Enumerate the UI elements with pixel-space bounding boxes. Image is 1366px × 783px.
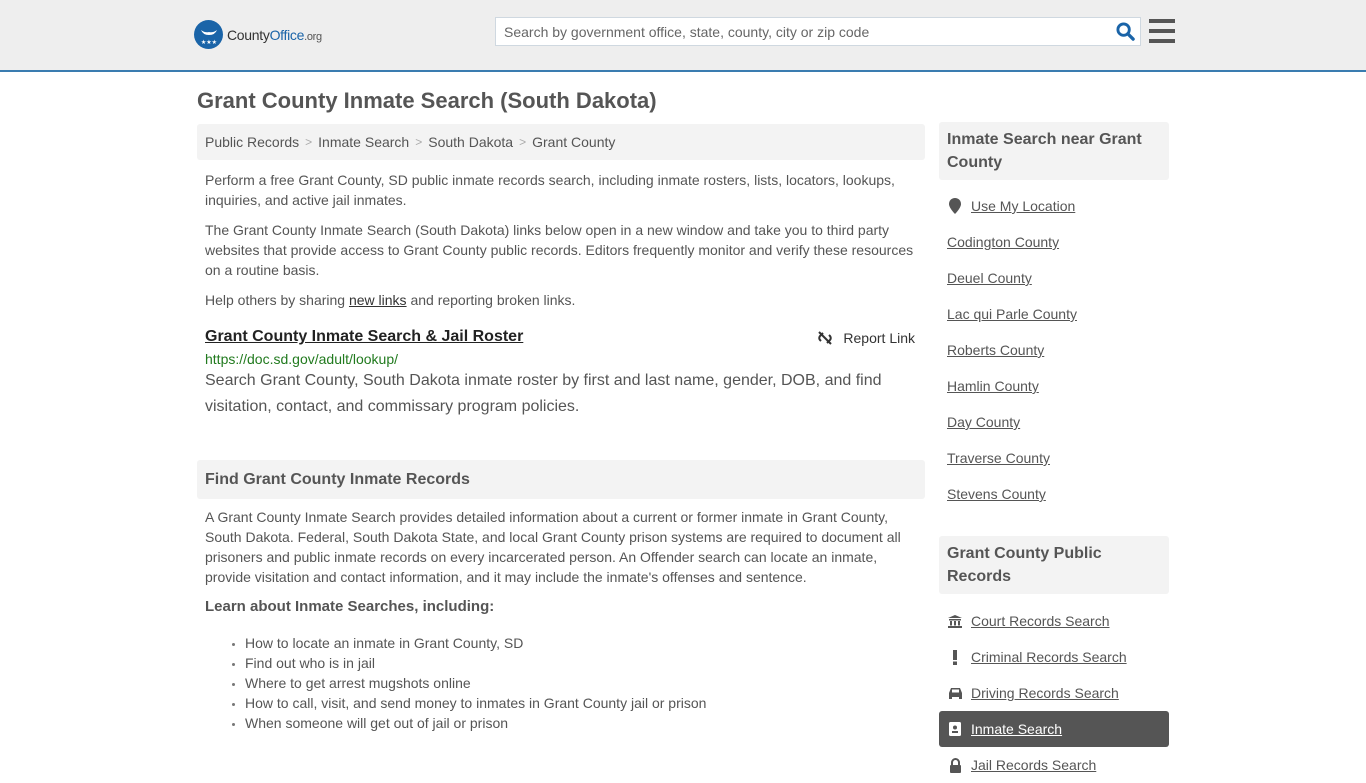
breadcrumb-grant-county[interactable]: Grant County — [532, 134, 615, 150]
learn-heading: Learn about Inmate Searches, including: — [205, 598, 495, 615]
nearby-county-item[interactable]: Lac qui Parle County — [939, 296, 1169, 332]
use-my-location-link[interactable]: Use My Location — [971, 198, 1075, 214]
use-my-location-item[interactable]: Use My Location — [939, 188, 1169, 224]
breadcrumb-public-records[interactable]: Public Records — [205, 134, 299, 150]
main-content: Public Records > Inmate Search > South D… — [197, 124, 925, 733]
site-logo[interactable]: ★★★ CountyOffice.org — [194, 20, 322, 49]
public-records-list: Court Records Search Criminal Records Se… — [939, 603, 1169, 783]
list-item: Find out who is in jail — [245, 653, 925, 673]
county-link-day[interactable]: Day County — [947, 414, 1020, 430]
resource-title-link[interactable]: Grant County Inmate Search & Jail Roster — [205, 328, 523, 345]
nearby-county-item[interactable]: Deuel County — [939, 260, 1169, 296]
list-item: How to call, visit, and send money to in… — [245, 693, 925, 713]
breadcrumb-south-dakota[interactable]: South Dakota — [428, 134, 513, 150]
logo-eagle-icon: ★★★ — [194, 20, 223, 49]
breadcrumb: Public Records > Inmate Search > South D… — [197, 124, 925, 160]
learn-list: How to locate an inmate in Grant County,… — [197, 633, 925, 733]
breadcrumb-separator: > — [519, 135, 527, 149]
county-link-hamlin[interactable]: Hamlin County — [947, 378, 1039, 394]
jail-records-link[interactable]: Jail Records Search — [971, 757, 1096, 773]
share-text-after: and reporting broken links. — [406, 292, 576, 308]
sidebar-item-jail-records[interactable]: Jail Records Search — [939, 747, 1169, 783]
county-link-stevens[interactable]: Stevens County — [947, 486, 1046, 502]
list-item: When someone will get out of jail or pri… — [245, 713, 925, 733]
site-header: ★★★ CountyOffice.org — [0, 0, 1366, 72]
breadcrumb-separator: > — [305, 135, 313, 149]
courthouse-icon — [947, 614, 963, 628]
list-item: Where to get arrest mugshots online — [245, 673, 925, 693]
id-badge-icon — [947, 722, 963, 736]
nearby-heading: Inmate Search near Grant County — [939, 122, 1169, 180]
resource-url[interactable]: https://doc.sd.gov/adult/lookup/ — [205, 351, 917, 367]
logo-county: County — [227, 26, 270, 43]
exclamation-icon — [947, 649, 963, 665]
county-link-roberts[interactable]: Roberts County — [947, 342, 1044, 358]
report-link-button[interactable]: Report Link — [817, 330, 915, 346]
nearby-county-item[interactable]: Roberts County — [939, 332, 1169, 368]
nearby-sidebar: Inmate Search near Grant County Use My L… — [939, 122, 1169, 512]
criminal-records-link[interactable]: Criminal Records Search — [971, 649, 1127, 665]
records-section-heading: Find Grant County Inmate Records — [197, 460, 925, 499]
search-input[interactable] — [496, 18, 1110, 45]
nearby-county-item[interactable]: Traverse County — [939, 440, 1169, 476]
court-records-link[interactable]: Court Records Search — [971, 613, 1110, 629]
resource-description: Search Grant County, South Dakota inmate… — [205, 372, 882, 415]
page-title: Grant County Inmate Search (South Dakota… — [197, 88, 657, 113]
new-links-link[interactable]: new links — [349, 292, 407, 308]
public-records-heading: Grant County Public Records — [939, 536, 1169, 594]
svg-text:★★★: ★★★ — [200, 39, 216, 46]
sidebar-item-driving-records[interactable]: Driving Records Search — [939, 675, 1169, 711]
breadcrumb-inmate-search[interactable]: Inmate Search — [318, 134, 409, 150]
nearby-county-item[interactable]: Stevens County — [939, 476, 1169, 512]
public-records-sidebar: Grant County Public Records Court Record… — [939, 536, 1169, 783]
search-button[interactable] — [1110, 18, 1140, 45]
car-icon — [947, 687, 963, 699]
records-section-body: A Grant County Inmate Search provides de… — [205, 509, 901, 585]
breadcrumb-separator: > — [415, 135, 423, 149]
logo-org: .org — [304, 30, 322, 43]
county-link-deuel[interactable]: Deuel County — [947, 270, 1032, 286]
hamburger-menu-icon[interactable] — [1149, 19, 1175, 43]
county-link-lac-qui-parle[interactable]: Lac qui Parle County — [947, 306, 1077, 322]
nearby-county-item[interactable]: Codington County — [939, 224, 1169, 260]
resource-listing: Grant County Inmate Search & Jail Roster… — [197, 328, 925, 420]
sidebar-item-criminal-records[interactable]: Criminal Records Search — [939, 639, 1169, 675]
logo-text: CountyOffice.org — [227, 27, 322, 43]
nearby-county-item[interactable]: Day County — [939, 404, 1169, 440]
logo-office: Office — [269, 26, 305, 43]
lock-icon — [947, 757, 963, 773]
nearby-county-item[interactable]: Hamlin County — [939, 368, 1169, 404]
broken-link-icon — [818, 331, 833, 345]
share-paragraph: Help others by sharing new links and rep… — [197, 290, 925, 310]
list-item: How to locate an inmate in Grant County,… — [245, 633, 925, 653]
sidebar-item-inmate-search[interactable]: Inmate Search — [939, 711, 1169, 747]
nearby-list: Use My Location Codington County Deuel C… — [939, 188, 1169, 512]
county-link-codington[interactable]: Codington County — [947, 234, 1059, 250]
share-text-before: Help others by sharing — [205, 292, 349, 308]
driving-records-link[interactable]: Driving Records Search — [971, 685, 1119, 701]
report-link-label: Report Link — [843, 330, 915, 346]
map-pin-icon — [947, 198, 963, 214]
inmate-search-link[interactable]: Inmate Search — [971, 721, 1062, 737]
sidebar-item-court-records[interactable]: Court Records Search — [939, 603, 1169, 639]
intro-paragraph: Perform a free Grant County, SD public i… — [205, 172, 895, 208]
county-link-traverse[interactable]: Traverse County — [947, 450, 1050, 466]
disclaimer-paragraph: The Grant County Inmate Search (South Da… — [205, 222, 914, 278]
search-bar — [495, 17, 1141, 46]
search-icon — [1115, 22, 1135, 41]
